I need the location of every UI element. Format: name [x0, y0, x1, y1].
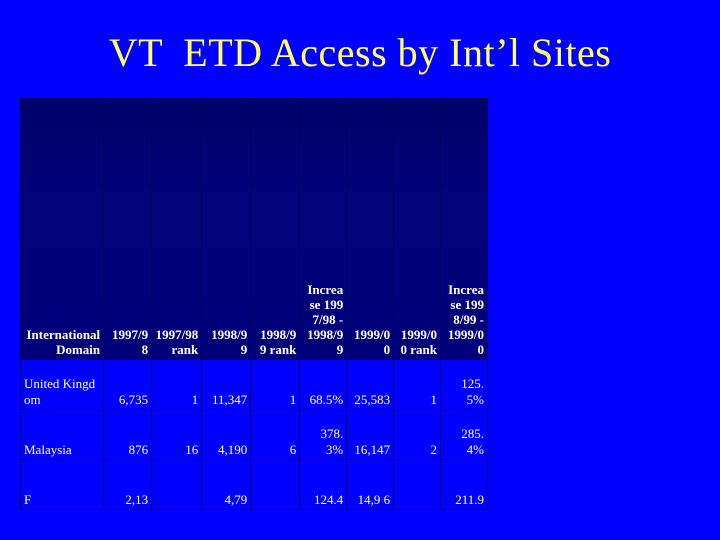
- column-header-1998-99-rank: 1998/99 rank: [250, 98, 301, 360]
- cell-increase-98-99: 378.3%: [299, 409, 348, 460]
- cell-increase-99-00: 125.5%: [440, 359, 488, 410]
- cell-domain: Malaysia: [19, 409, 105, 460]
- cell-1999-00-rank: 1: [393, 359, 442, 410]
- page-title: VT ETD Access by Int’l Sites: [108, 30, 612, 75]
- cell-1999-00: 16,147: [346, 409, 395, 460]
- cell-increase-99-00: 285.4%: [440, 409, 488, 460]
- table-header-row: International Domain 1997/98 1997/98 ran…: [19, 98, 488, 360]
- cell-1997-98: 2,13: [103, 459, 153, 510]
- cell-1997-98-rank: 1: [151, 359, 203, 410]
- cell-1998-99-rank: 6: [250, 409, 301, 460]
- table-header: International Domain 1997/98 1997/98 ran…: [19, 98, 488, 360]
- column-header-increase-1998-99-to-1999-00: Increase 1998/99 - 1999/00: [440, 98, 488, 360]
- cell-1998-99-rank: 1: [250, 359, 301, 410]
- table-row: F 2,13 4,79 124.4 14,9 6 211.9: [19, 459, 488, 510]
- table-row: United Kingdom 6,735 1 11,347 1 68.5% 25…: [19, 359, 488, 410]
- column-header-1997-98-rank: 1997/98 rank: [151, 98, 203, 360]
- etd-access-table-container: International Domain 1997/98 1997/98 ran…: [19, 98, 488, 510]
- column-header-1998-99: 1998/99: [201, 98, 252, 360]
- cell-domain: F: [19, 459, 105, 510]
- cell-1998-99-rank: [250, 459, 301, 510]
- cell-1999-00: 14,9 6: [346, 459, 395, 510]
- cell-increase-98-99: 124.4: [299, 459, 348, 510]
- cell-1997-98: 876: [103, 409, 153, 460]
- cell-increase-98-99: 68.5%: [299, 359, 348, 410]
- cell-1999-00-rank: [393, 459, 442, 510]
- cell-1998-99: 11,347: [201, 359, 252, 410]
- column-header-increase-1997-98-to-1998-99: Increase 1997/98 - 1998/99: [299, 98, 348, 360]
- cell-1997-98-rank: [151, 459, 203, 510]
- etd-access-table: International Domain 1997/98 1997/98 ran…: [19, 98, 488, 510]
- cell-1997-98-rank: 16: [151, 409, 203, 460]
- cell-domain: United Kingdom: [19, 359, 105, 410]
- column-header-1999-00: 1999/00: [346, 98, 395, 360]
- cell-1999-00: 25,583: [346, 359, 395, 410]
- cell-increase-99-00: 211.9: [440, 459, 488, 510]
- cell-1997-98: 6,735: [103, 359, 153, 410]
- column-header-1997-98: 1997/98: [103, 98, 153, 360]
- cell-1998-99: 4,79: [201, 459, 252, 510]
- column-header-1999-00-rank: 1999/00 rank: [393, 98, 442, 360]
- column-header-international-domain: International Domain: [19, 98, 105, 360]
- table-row: Malaysia 876 16 4,190 6 378.3% 16,147 2 …: [19, 409, 488, 460]
- cell-1999-00-rank: 2: [393, 409, 442, 460]
- cell-1998-99: 4,190: [201, 409, 252, 460]
- table-body: United Kingdom 6,735 1 11,347 1 68.5% 25…: [19, 359, 488, 510]
